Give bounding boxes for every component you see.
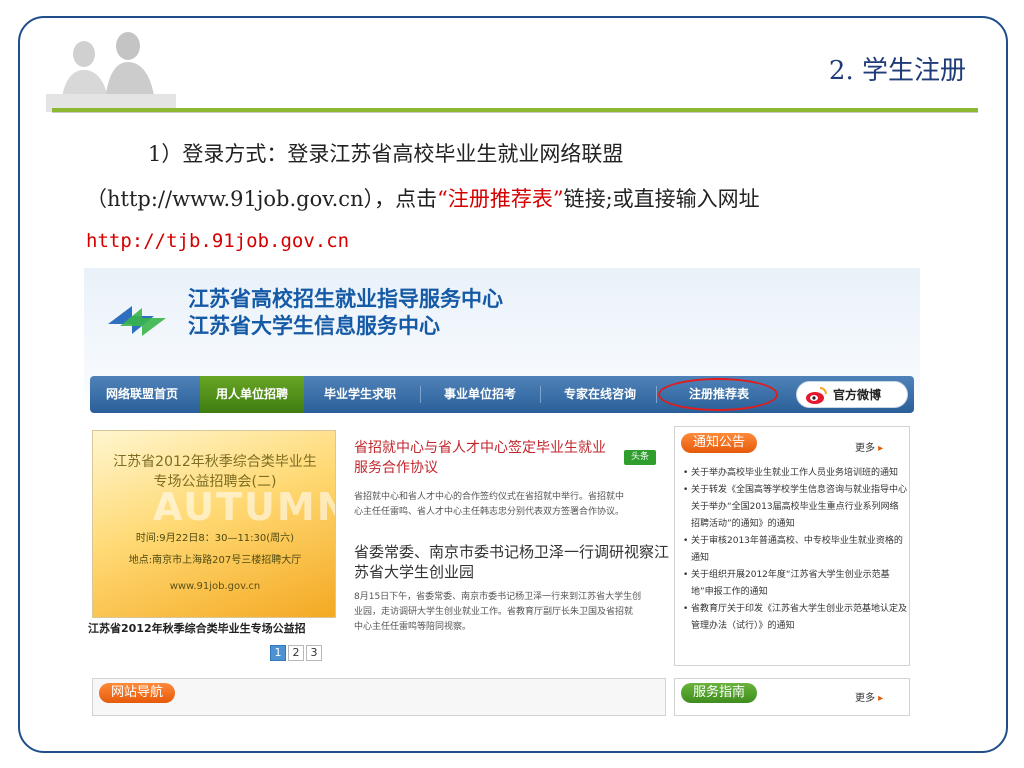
service-guide-title[interactable]: 服务指南 [681, 683, 758, 703]
notice-item[interactable]: 省教育厅关于印发《江苏省大学生创业示范基地认定及管理办法（试行）》的通知 [683, 601, 907, 635]
notice-list: 关于举办高校毕业生就业工作人员业务培训班的通知 关于转发《全国高等学校学生信息咨… [683, 465, 907, 635]
service-guide-section: 服务指南 更多 [674, 678, 910, 716]
news-2-title-line-2: 苏省大学生创业园 [354, 563, 475, 581]
nav-public-exam[interactable]: 事业单位招考 [428, 376, 532, 413]
banner-url: www.91job.gov.cn [169, 581, 261, 592]
news-1-body-line-1: 省招就中心和省人才中心的合作签约仪式在省招就中举行。省招就中 [354, 492, 625, 502]
notice-item[interactable]: 关于转发《全国高等学校学生信息咨询与就业指导中心关于举办“全国2013届高校毕业… [683, 482, 907, 533]
banner-time: 时间:9月22日8：30—11:30(周六) [135, 533, 295, 544]
site-name-line-2: 江苏省大学生信息服务中心 [188, 314, 440, 338]
news-1-title-line-1: 省招就中心与省人才中心签定毕业生就业 [354, 440, 606, 456]
news-2-body-line-2: 业园，走访调研大学生创业就业工作。省教育厅副厅长朱卫国及省招就 [354, 607, 634, 617]
banner-caption[interactable]: 江苏省2012年秋季综合类毕业生专场公益招 [88, 620, 338, 636]
instruction-line-2: （http://www.91job.gov.cn），点击“注册推荐表”链接;或直… [86, 183, 760, 213]
slide-title: 2. 学生注册 [828, 56, 966, 86]
nav-graduate-jobs[interactable]: 毕业学生求职 [310, 376, 410, 413]
banner-autumn-word: AUTUMN [153, 485, 336, 529]
nav-home[interactable]: 网络联盟首页 [90, 376, 194, 413]
pager-page-3[interactable]: 3 [306, 645, 322, 661]
people-silhouette-graphic [46, 32, 176, 112]
pager-page-1[interactable]: 1 [270, 645, 286, 661]
nav-separator [540, 386, 541, 403]
weibo-icon [806, 387, 827, 404]
nav-separator [656, 386, 657, 403]
nav-expert-consult[interactable]: 专家在线咨询 [548, 376, 652, 413]
news-headline-1[interactable]: 省招就中心与省人才中心签定毕业生就业 服务合作协议 [354, 438, 606, 478]
headline-tag: 头条 [624, 450, 656, 465]
banner-line-2: 专场公益招聘会(二) [153, 474, 277, 490]
service-more-link[interactable]: 更多 [855, 689, 883, 704]
banner-line-1: 江苏省2012年秋季综合类毕业生 [113, 454, 317, 470]
register-form-highlight-oval [658, 378, 778, 411]
notice-more-link[interactable]: 更多 [855, 439, 883, 454]
register-form-highlight: “注册推荐表” [437, 187, 564, 211]
notice-title[interactable]: 通知公告 [681, 433, 758, 453]
weibo-label: 官方微博 [833, 388, 882, 402]
news-1-title-line-2: 服务合作协议 [354, 460, 438, 476]
notice-panel: 通知公告 更多 关于举办高校毕业生就业工作人员业务培训班的通知 关于转发《全国高… [674, 426, 910, 666]
notice-item[interactable]: 关于审核2013年普通高校、中专校毕业生就业资格的通知 [683, 533, 907, 567]
title-divider-shadow [52, 112, 978, 113]
pager-page-2[interactable]: 2 [288, 645, 304, 661]
site-logo-icon [108, 306, 166, 336]
nav-employer-recruit[interactable]: 用人单位招聘 [200, 376, 304, 413]
news-1-summary: 省招就中心和省人才中心的合作签约仪式在省招就中举行。省招就中 心主任任雷鸣、省人… [354, 490, 624, 520]
nav-separator [420, 386, 421, 403]
news-2-title-line-1: 省委常委、南京市委书记杨卫泽一行调研视察江 [354, 543, 670, 561]
embedded-website-screenshot: 江苏省高校招生就业指导服务中心 江苏省大学生信息服务中心 网络联盟首页 用人单位… [84, 268, 920, 716]
instruction-line-2-prefix: （http://www.91job.gov.cn），点击 [86, 187, 438, 211]
banner-location: 地点:南京市上海路207号三楼招聘大厅 [128, 555, 302, 566]
banner-pager: 123 [270, 641, 324, 661]
site-navbar: 网络联盟首页 用人单位招聘 毕业学生求职 事业单位招考 专家在线咨询 注册推荐表… [90, 376, 914, 413]
news-1-body-line-2: 心主任任雷鸣、省人才中心主任韩志忠分别代表双方签署合作协议。 [354, 507, 625, 517]
weibo-button[interactable]: 官方微博 [796, 381, 908, 408]
news-2-summary: 8月15日下午，省委常委、南京市委书记杨卫泽一行来到江苏省大学生创 业园，走访调… [354, 590, 641, 635]
notice-item[interactable]: 关于举办高校毕业生就业工作人员业务培训班的通知 [683, 465, 907, 482]
site-name-line-1: 江苏省高校招生就业指导服务中心 [188, 287, 503, 311]
site-nav-title[interactable]: 网站导航 [99, 683, 176, 703]
notice-item[interactable]: 关于组织开展2012年度“江苏省大学生创业示范基地”申报工作的通知 [683, 567, 907, 601]
news-2-body-line-1: 8月15日下午，省委常委、南京市委书记杨卫泽一行来到江苏省大学生创 [354, 592, 642, 602]
instruction-line-1: 1）登录方式：登录江苏省高校毕业生就业网络联盟 [148, 142, 624, 166]
news-2-body-line-3: 中心主任任雷鸣等陪同视察。 [354, 622, 472, 632]
site-nav-section: 网站导航 [92, 678, 666, 716]
direct-url-link[interactable]: http://tjb.91job.gov.cn [86, 230, 349, 252]
news-headline-2[interactable]: 省委常委、南京市委书记杨卫泽一行调研视察江 苏省大学生创业园 [354, 542, 669, 582]
instruction-line-2-suffix: 链接;或直接输入网址 [563, 187, 760, 211]
site-name: 江苏省高校招生就业指导服务中心 江苏省大学生信息服务中心 [188, 286, 503, 340]
job-fair-banner[interactable]: AUTUMN 江苏省2012年秋季综合类毕业生 专场公益招聘会(二) 时间:9月… [92, 430, 336, 618]
